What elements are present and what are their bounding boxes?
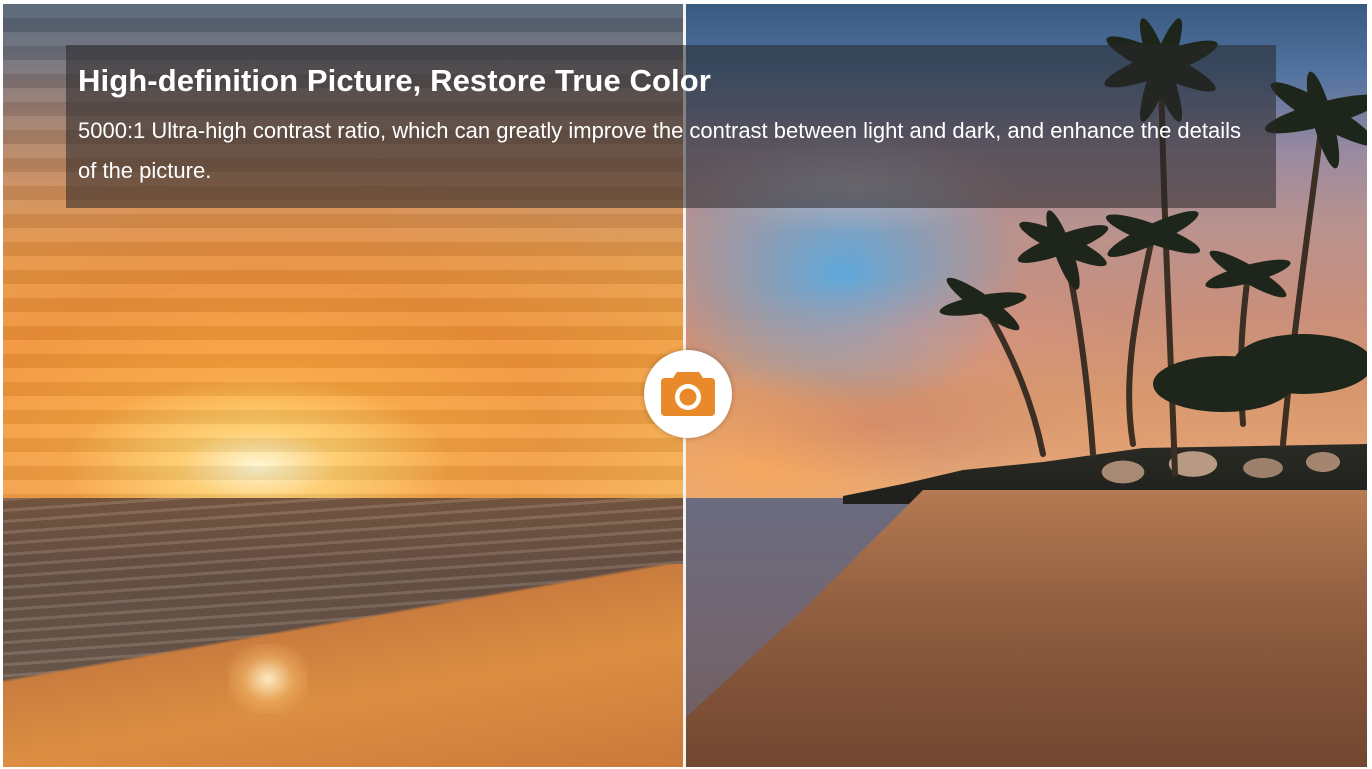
feature-caption: High-definition Picture, Restore True Co…	[66, 45, 1276, 208]
comparison-handle[interactable]	[644, 350, 732, 438]
feature-description: 5000:1 Ultra-high contrast ratio, which …	[78, 118, 1242, 183]
before-sun-reflection	[228, 644, 308, 714]
after-sand-shade	[683, 490, 1367, 767]
camera-icon	[661, 372, 715, 416]
before-sand	[3, 564, 683, 767]
comparison-slider[interactable]: High-definition Picture, Restore True Co…	[3, 4, 1367, 767]
feature-title: High-definition Picture, Restore True Co…	[78, 63, 711, 98]
